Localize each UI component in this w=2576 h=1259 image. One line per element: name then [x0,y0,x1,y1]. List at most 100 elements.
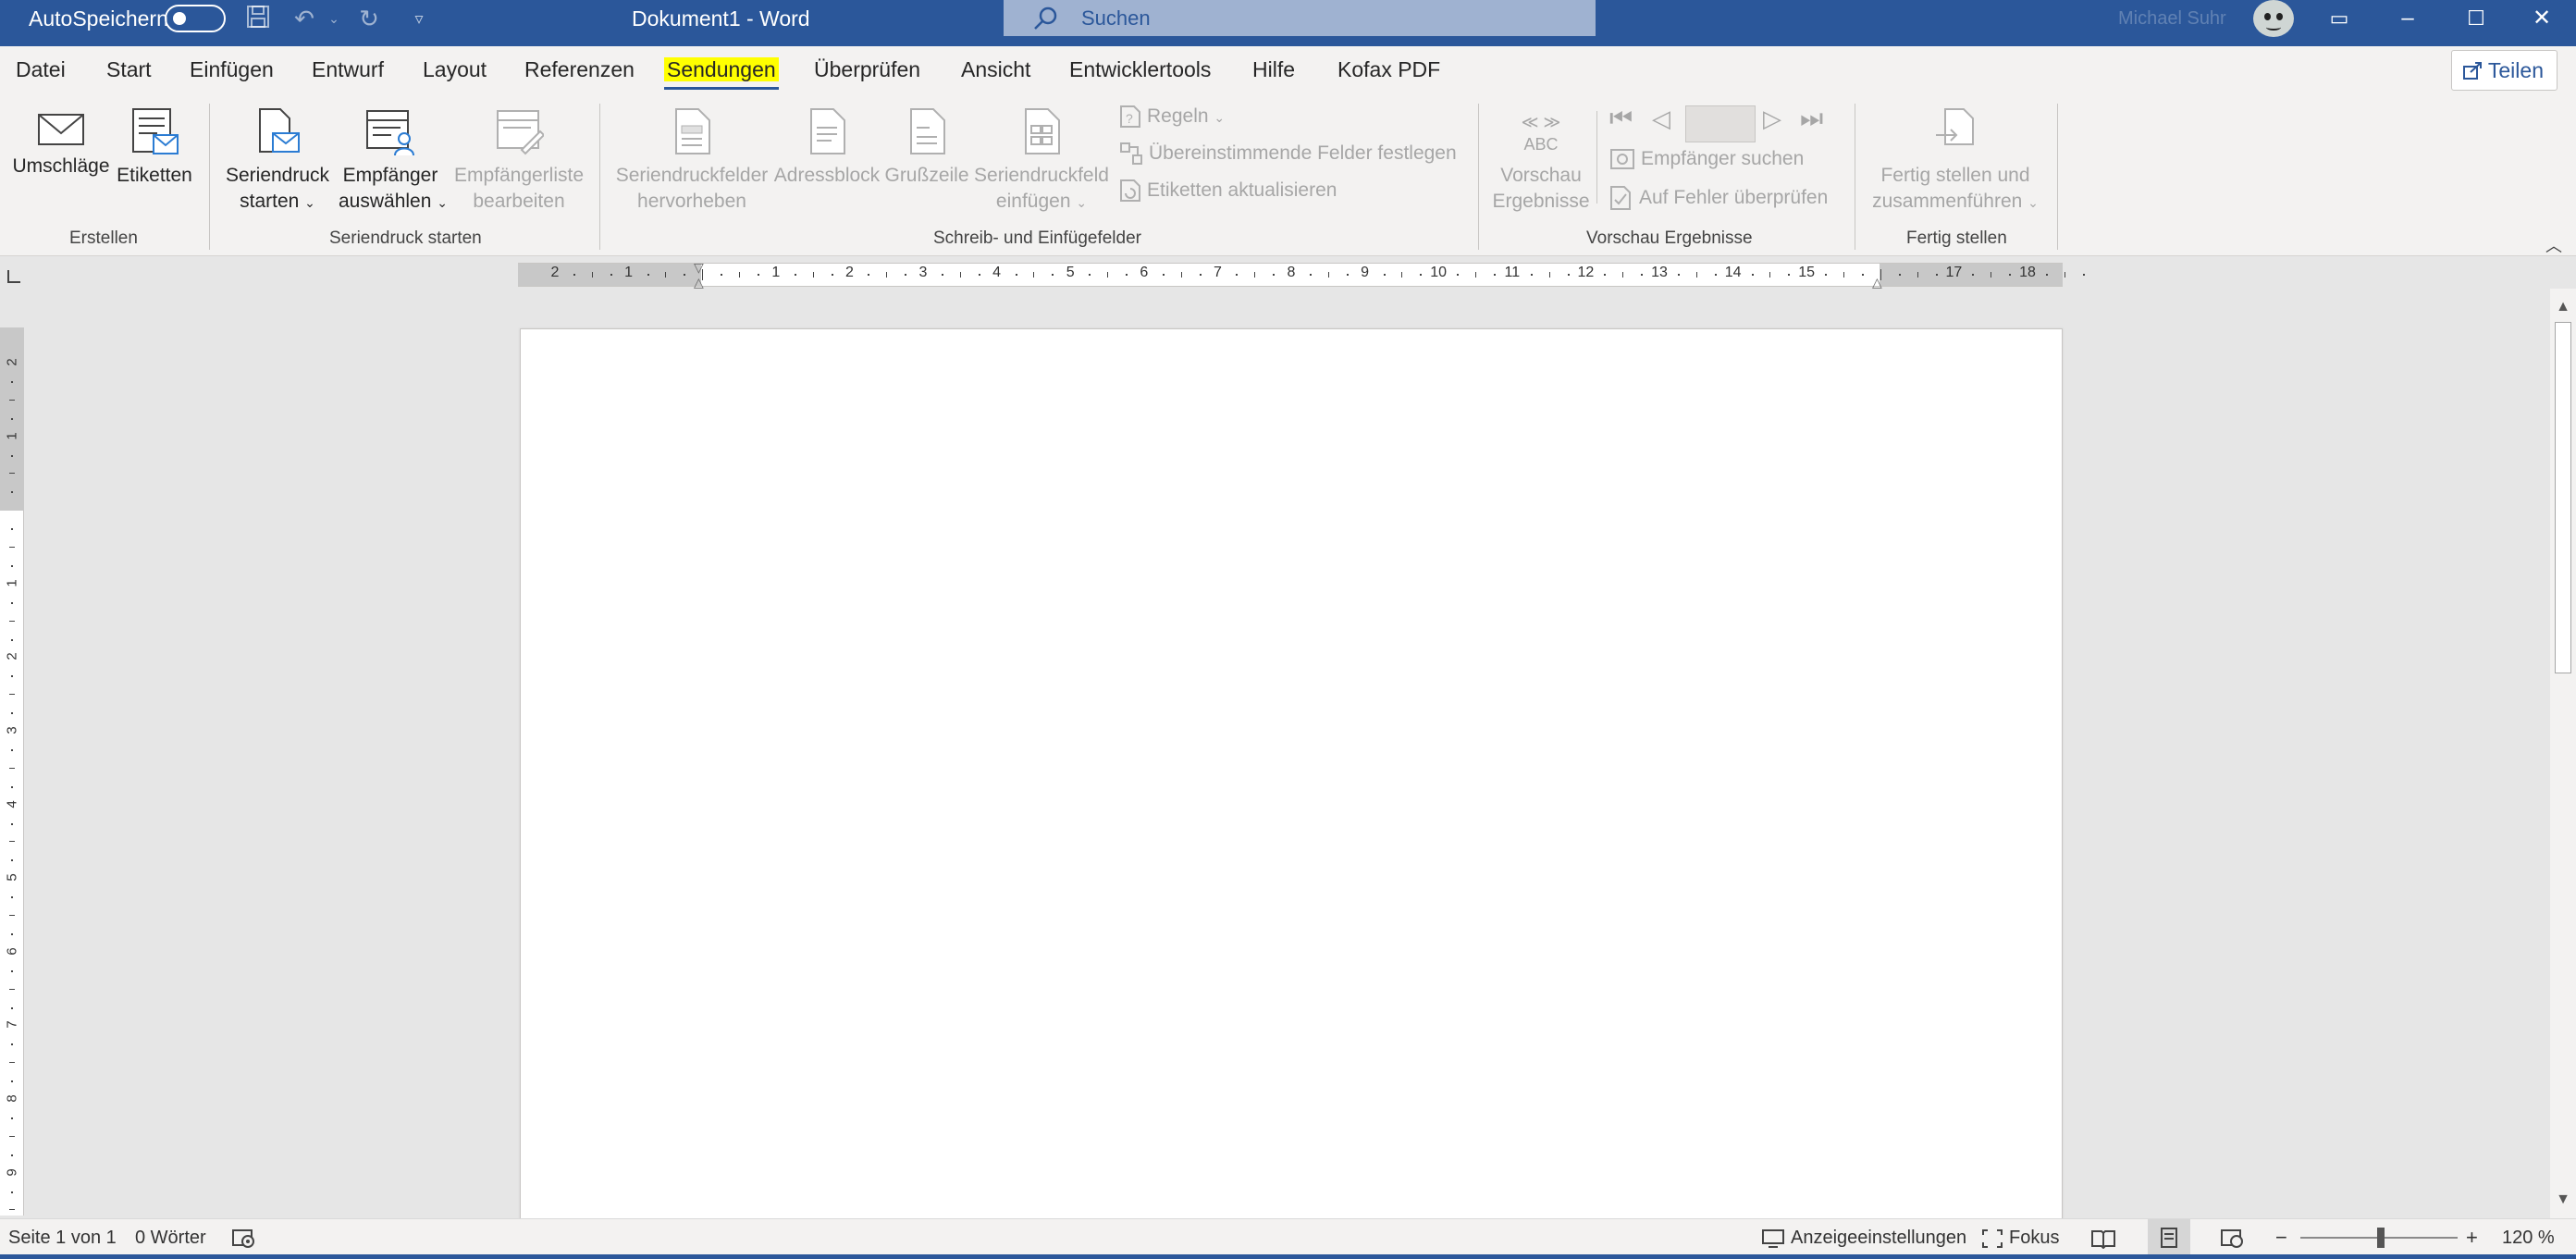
tab-datei[interactable]: Datei [16,57,66,82]
ruler-tick [9,1135,15,1137]
ruler-tick [721,274,723,276]
ruler-tick [1843,272,1844,278]
maximize-icon[interactable]: ☐ [2442,0,2510,37]
ruler-tick [794,274,796,276]
fehler-pruefen-button[interactable]: Auf Fehler überprüfen [1609,185,1828,211]
ruler-label: 2 [844,265,854,280]
tab-layout[interactable]: Layout [423,57,487,82]
tab-hilfe[interactable]: Hilfe [1252,57,1295,82]
record-number-input[interactable] [1685,105,1756,142]
read-mode-icon[interactable] [2090,1228,2116,1249]
display-settings-button[interactable]: Anzeigeeinstellungen [1791,1219,1966,1256]
ruler-tick [1475,272,1476,278]
last-record-icon[interactable]: ⏭ [1800,105,1823,131]
zoom-level[interactable]: 120 % [2502,1219,2555,1256]
tab-selector-icon[interactable] [7,270,20,283]
undo-icon[interactable]: ↶ [289,4,320,33]
ruler-tick [1917,272,1918,278]
ruler-tick [9,915,15,916]
seriendruckfelder-hervorheben-button[interactable]: Seriendruckfelder hervorheben [614,107,770,215]
title-bar: AutoSpeichern ↶ ⌄ ↻ ▿ Dokument1 - Word S… [0,0,2576,46]
ruler-tick [1162,274,1165,276]
chevron-down-icon: ⌄ [437,195,448,210]
vertical-scrollbar[interactable]: ▲ ▼ [2550,289,2576,1218]
seriendruckfeld-einfuegen-button[interactable]: Seriendruckfeld einfügen ⌄ [973,107,1110,216]
ruler-tick [11,1043,13,1046]
ruler-label: 14 [1724,265,1742,280]
zoom-out-button[interactable]: − [2275,1219,2287,1256]
chevron-down-icon: ⌄ [1214,110,1226,125]
web-layout-icon[interactable] [2220,1228,2244,1249]
search-box[interactable]: Suchen [1004,0,1596,36]
grusszeile-button[interactable]: Grußzeile [884,107,969,189]
redo-icon[interactable]: ↻ [353,4,385,33]
zoom-slider-thumb[interactable] [2377,1228,2385,1248]
customize-qat-icon[interactable]: ▿ [403,4,435,33]
update-labels-icon [1120,179,1140,203]
tab-sendungen[interactable]: Sendungen [664,57,779,90]
tab-entwurf[interactable]: Entwurf [312,57,384,82]
save-icon[interactable] [242,4,274,33]
minimize-icon[interactable]: – [2373,0,2442,37]
autosave-toggle[interactable] [165,5,226,32]
vertical-ruler[interactable]: 2 1 1 2 3 4 5 6 7 8 9 [0,327,24,1230]
share-button[interactable]: Teilen [2451,50,2558,91]
focus-button[interactable]: Fokus [2009,1219,2059,1256]
empfaenger-suchen-button[interactable]: Empfänger suchen [1609,146,1804,172]
close-icon[interactable]: ✕ [2508,0,2576,37]
tab-ansicht[interactable]: Ansicht [961,57,1030,82]
ruler-tick [11,380,13,383]
previous-record-icon[interactable]: ◁ [1652,105,1670,131]
empfaengerliste-bearbeiten-button[interactable]: Empfängerliste bearbeiten [451,107,586,215]
vorschau-ergebnisse-button[interactable]: ≪ ≫ ABC Vorschau Ergebnisse [1487,107,1595,215]
print-layout-button[interactable] [2148,1219,2190,1256]
zoom-in-button[interactable]: + [2466,1219,2478,1256]
undo-dropdown-icon[interactable]: ⌄ [318,4,350,33]
avatar[interactable] [2253,0,2294,37]
ruler-tick [1604,274,1607,276]
first-line-indent-icon[interactable]: ▽ [694,260,704,276]
regeln-button[interactable]: ? Regeln ⌄ [1119,104,1225,130]
tab-ueberpruefen[interactable]: Überprüfen [814,57,920,82]
ruler-tick [11,969,13,972]
next-record-icon[interactable]: ▷ [1763,105,1781,131]
ruler-tick [1199,274,1202,276]
umschlaege-button[interactable]: Umschläge [11,107,111,179]
ruler-tick [9,988,15,990]
scroll-up-icon[interactable]: ▲ [2550,294,2576,320]
ruler-tick [647,274,649,276]
scroll-down-icon[interactable]: ▼ [2550,1187,2576,1213]
ribbon-display-icon[interactable]: ▭ [2305,0,2373,37]
ruler-tick [1530,274,1533,276]
collapse-ribbon-icon[interactable]: ︿ [2545,233,2562,257]
empfaenger-auswaehlen-button[interactable]: Empfänger auswählen ⌄ [339,107,448,216]
first-record-icon[interactable]: ⏮ [1609,105,1633,131]
document-page[interactable] [520,328,2063,1226]
seriendruck-starten-button[interactable]: Seriendruck starten ⌄ [222,107,333,216]
ruler-tick [11,1191,13,1193]
ruler-tick [1622,272,1624,278]
word-count[interactable]: 0 Wörter [135,1219,206,1256]
ribbon-tabs: Datei Start Einfügen Entwurf Layout Refe… [0,46,2576,98]
user-name[interactable]: Michael Suhr [2118,0,2226,37]
tab-start[interactable]: Start [106,57,152,82]
tab-referenzen[interactable]: Referenzen [524,57,635,82]
ruler-tick [9,767,15,769]
horizontal-ruler[interactable]: 2 1 1 2 3 4 5 6 7 8 9 10 11 12 13 14 15 17 18 ▽ △ △ [518,260,2085,290]
ruler-label: 5 [4,873,20,882]
tab-einfuegen[interactable]: Einfügen [190,57,274,82]
tab-kofax-pdf[interactable]: Kofax PDF [1337,57,1440,82]
tab-entwicklertools[interactable]: Entwicklertools [1069,57,1211,82]
ruler-tick [11,1006,13,1009]
etiketten-aktualisieren-button[interactable]: Etiketten aktualisieren [1119,178,1337,204]
page-count[interactable]: Seite 1 von 1 [8,1219,117,1256]
fertig-stellen-button[interactable]: Fertig stellen und zusammenführen ⌄ [1865,107,2046,216]
etiketten-button[interactable]: Etiketten [115,107,194,189]
ruler-label: 9 [4,1167,20,1177]
scrollbar-thumb[interactable] [2555,322,2571,673]
felder-festlegen-button[interactable]: Übereinstimmende Felder festlegen [1119,141,1457,167]
macro-recording-icon[interactable] [231,1228,255,1249]
document-title: Dokument1 - Word [632,6,810,31]
chevron-down-icon: ⌄ [2028,195,2039,210]
adressblock-button[interactable]: Adressblock [773,107,881,189]
